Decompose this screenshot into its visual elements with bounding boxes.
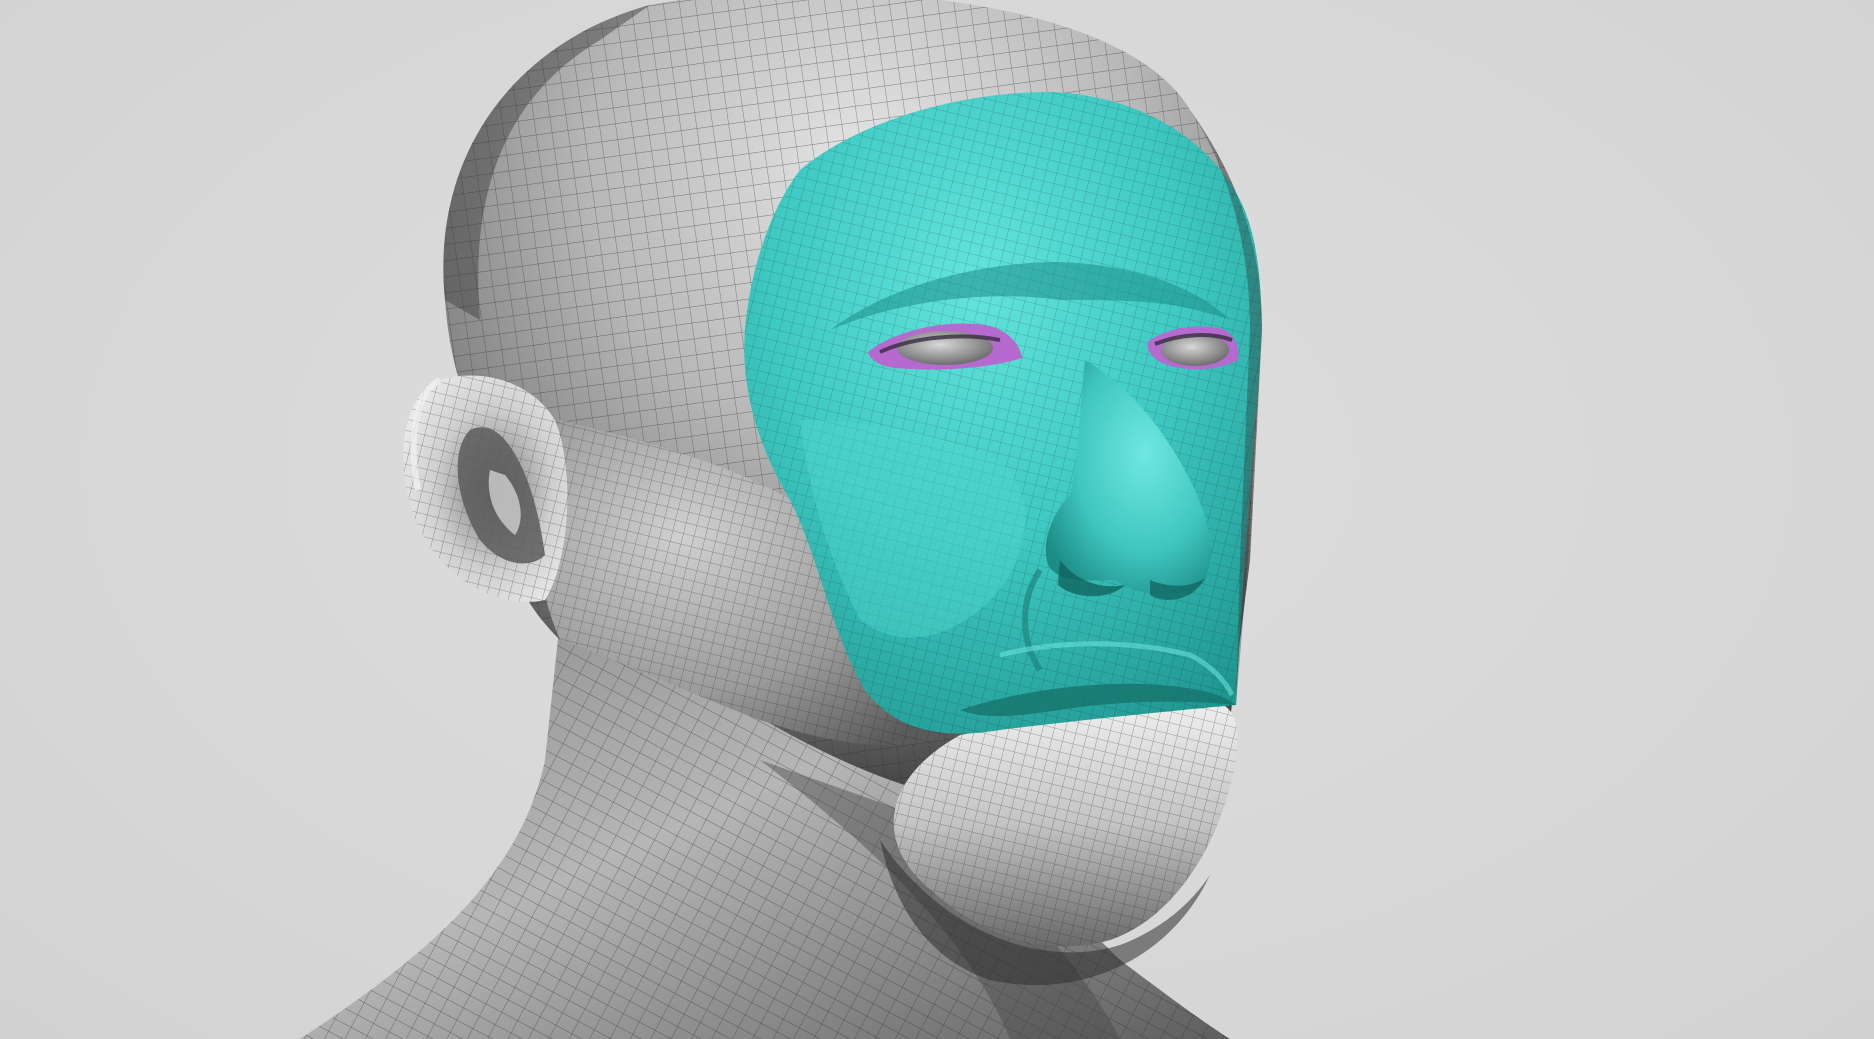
3d-viewport[interactable]: [0, 0, 1874, 1039]
head-mesh-render: [300, 0, 1262, 1039]
ear-mesh: [403, 375, 568, 602]
